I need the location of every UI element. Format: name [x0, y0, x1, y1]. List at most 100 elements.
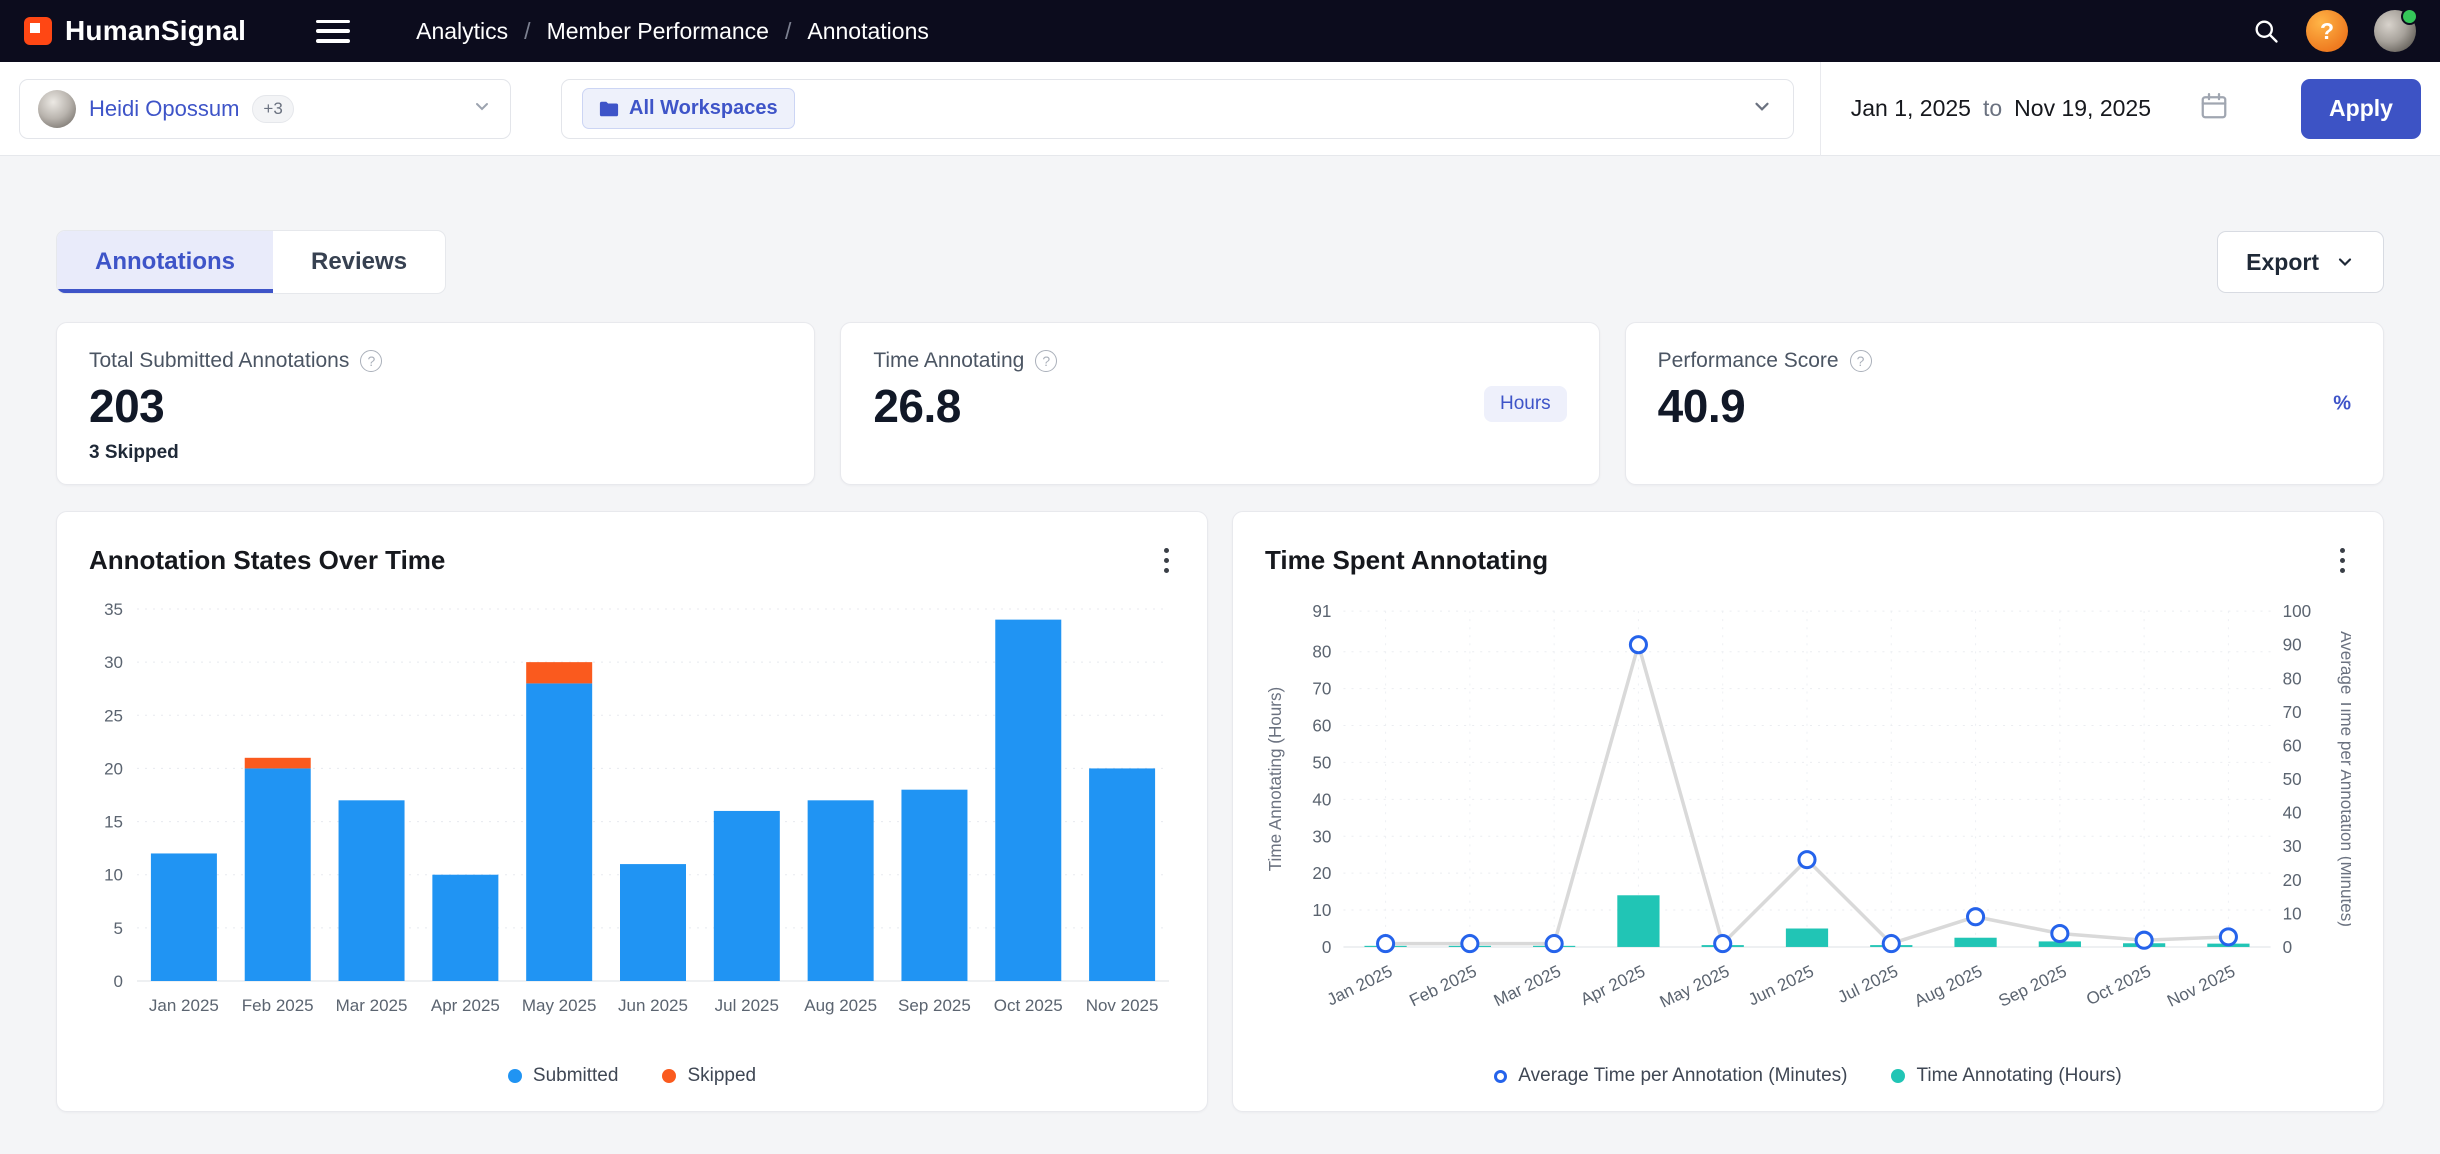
breadcrumb-analytics[interactable]: Analytics [416, 18, 508, 45]
svg-text:Jan 2025: Jan 2025 [1324, 962, 1395, 1010]
info-icon[interactable] [360, 350, 382, 372]
stat-title: Performance Score [1658, 349, 1839, 373]
menu-icon[interactable] [316, 20, 350, 43]
svg-text:Time Annotating (Hours): Time Annotating (Hours) [1266, 687, 1285, 871]
svg-text:Average Time per Annotation (M: Average Time per Annotation (Minutes) [2337, 631, 2351, 927]
toolbar-row: Annotations Reviews Export [56, 230, 2384, 294]
search-icon[interactable] [2252, 17, 2280, 45]
breadcrumb: Analytics / Member Performance / Annotat… [416, 18, 929, 45]
svg-text:15: 15 [104, 813, 123, 832]
stat-title: Time Annotating [873, 349, 1024, 373]
chart-legend: Average Time per Annotation (Minutes) Ti… [1265, 1065, 2351, 1087]
svg-text:Apr 2025: Apr 2025 [1578, 962, 1649, 1009]
member-select[interactable]: Heidi Opossum +3 [19, 79, 511, 139]
svg-text:Oct 2025: Oct 2025 [2083, 962, 2154, 1009]
svg-text:Aug 2025: Aug 2025 [804, 996, 877, 1015]
info-icon[interactable] [1850, 350, 1872, 372]
export-button[interactable]: Export [2217, 231, 2384, 293]
chevron-down-icon [1751, 95, 1773, 122]
svg-text:60: 60 [1312, 717, 1331, 736]
chart-menu-icon[interactable] [1158, 542, 1175, 579]
svg-text:Mar 2025: Mar 2025 [1491, 962, 1564, 1011]
svg-text:Oct 2025: Oct 2025 [994, 996, 1063, 1015]
svg-text:30: 30 [104, 653, 123, 672]
breadcrumb-separator: / [524, 18, 530, 45]
svg-text:0: 0 [2283, 938, 2293, 957]
tab-annotations[interactable]: Annotations [57, 231, 273, 293]
legend-label: Time Annotating (Hours) [1916, 1065, 2121, 1087]
date-range-picker[interactable]: Jan 1, 2025 to Nov 19, 2025 [1821, 91, 2259, 126]
info-icon[interactable] [1035, 350, 1057, 372]
stat-card-performance-score: Performance Score 40.9 % [1625, 322, 2384, 485]
workspace-chip[interactable]: All Workspaces [582, 88, 795, 129]
unit-percent: % [2333, 392, 2351, 415]
svg-text:100: 100 [2283, 602, 2312, 621]
svg-text:5: 5 [114, 919, 123, 938]
chart-menu-icon[interactable] [2334, 542, 2351, 579]
stat-value: 40.9 [1658, 379, 2351, 433]
stat-title: Total Submitted Annotations [89, 349, 349, 373]
time-spent-chart: 0102030405060708091010203040506070809010… [1265, 593, 2351, 1064]
svg-text:60: 60 [2283, 736, 2302, 755]
export-label: Export [2246, 249, 2319, 276]
help-button[interactable] [2306, 10, 2348, 52]
svg-text:Nov 2025: Nov 2025 [2164, 962, 2238, 1011]
breadcrumb-annotations[interactable]: Annotations [807, 18, 928, 45]
user-avatar[interactable] [2374, 10, 2416, 52]
legend-label: Submitted [533, 1065, 619, 1087]
workspace-select[interactable]: All Workspaces [561, 79, 1794, 139]
svg-text:Sep 2025: Sep 2025 [1996, 962, 2070, 1011]
app-root: HumanSignal Analytics / Member Performan… [0, 0, 2440, 1154]
stat-skipped-note: 3 Skipped [89, 442, 782, 464]
legend-dot-icon [662, 1069, 676, 1083]
humansignal-logo-icon [24, 17, 52, 45]
main-content: Annotations Reviews Export Total Submitt… [0, 156, 2440, 1154]
svg-text:40: 40 [2283, 804, 2302, 823]
legend-skipped[interactable]: Skipped [662, 1065, 756, 1087]
tab-reviews[interactable]: Reviews [273, 231, 445, 293]
legend-dot-icon [1891, 1069, 1905, 1083]
svg-text:Feb 2025: Feb 2025 [242, 996, 314, 1015]
chart-legend: Submitted Skipped [89, 1065, 1175, 1087]
legend-submitted[interactable]: Submitted [508, 1065, 619, 1087]
unit-badge-hours: Hours [1484, 386, 1567, 422]
svg-text:May 2025: May 2025 [522, 996, 597, 1015]
brand-logo[interactable]: HumanSignal [24, 15, 246, 47]
svg-text:Jun 2025: Jun 2025 [1745, 962, 1816, 1010]
date-to-word: to [1983, 95, 2002, 122]
svg-text:30: 30 [1312, 827, 1331, 846]
svg-text:70: 70 [2283, 703, 2302, 722]
legend-time-annotating[interactable]: Time Annotating (Hours) [1891, 1065, 2121, 1087]
svg-text:Nov 2025: Nov 2025 [1086, 996, 1159, 1015]
svg-text:0: 0 [114, 972, 123, 991]
svg-text:10: 10 [1312, 901, 1331, 920]
svg-text:10: 10 [2283, 904, 2302, 923]
date-from: Jan 1, 2025 [1851, 95, 1971, 122]
breadcrumb-member-performance[interactable]: Member Performance [547, 18, 769, 45]
svg-text:Jul 2025: Jul 2025 [1835, 962, 1901, 1007]
svg-text:Aug 2025: Aug 2025 [1911, 962, 1985, 1011]
svg-text:20: 20 [104, 759, 123, 778]
svg-text:25: 25 [104, 706, 123, 725]
svg-text:70: 70 [1312, 680, 1331, 699]
legend-ring-icon [1494, 1070, 1507, 1083]
legend-label: Skipped [687, 1065, 756, 1087]
annotation-states-card: Annotation States Over Time 051015202530… [56, 511, 1208, 1112]
svg-text:Jan 2025: Jan 2025 [149, 996, 219, 1015]
svg-text:10: 10 [104, 866, 123, 885]
svg-text:50: 50 [1312, 753, 1331, 772]
filter-bar: Heidi Opossum +3 All Workspaces Jan 1, 2… [0, 62, 2440, 156]
breadcrumb-separator: / [785, 18, 791, 45]
svg-text:Jul 2025: Jul 2025 [715, 996, 779, 1015]
legend-average-time[interactable]: Average Time per Annotation (Minutes) [1494, 1065, 1847, 1087]
calendar-icon[interactable] [2199, 91, 2229, 126]
legend-dot-icon [508, 1069, 522, 1083]
svg-text:91: 91 [1312, 602, 1331, 621]
apply-button[interactable]: Apply [2301, 79, 2421, 139]
member-avatar [38, 90, 76, 128]
member-extra-count-badge: +3 [252, 95, 293, 123]
time-spent-card: Time Spent Annotating 010203040506070809… [1232, 511, 2384, 1112]
member-name: Heidi Opossum [89, 96, 239, 122]
svg-text:Jun 2025: Jun 2025 [618, 996, 688, 1015]
charts-row: Annotation States Over Time 051015202530… [56, 511, 2384, 1112]
